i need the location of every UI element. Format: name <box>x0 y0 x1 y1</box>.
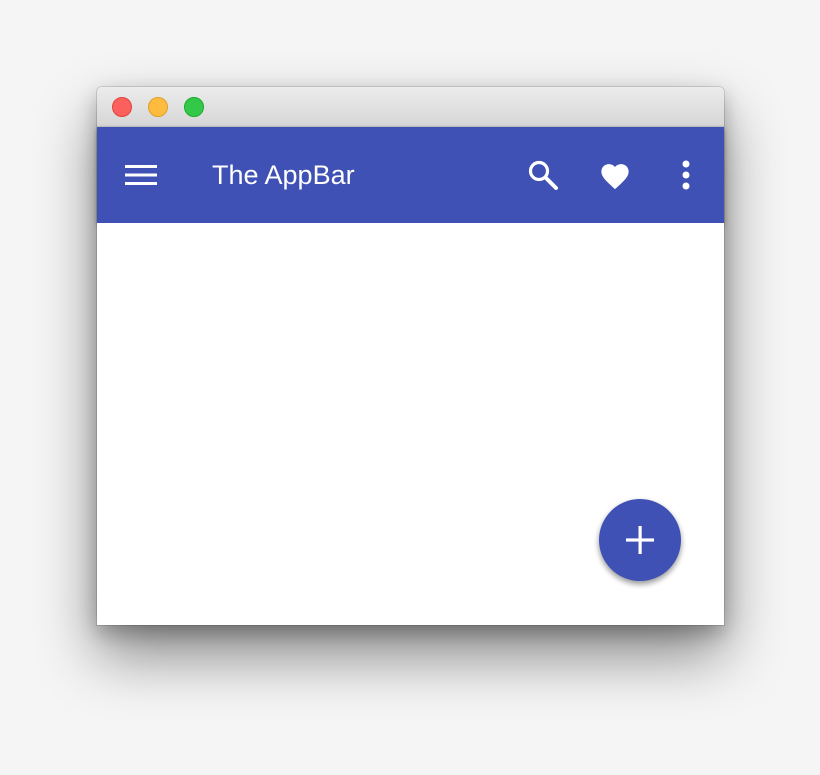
app-window: The AppBar <box>97 87 724 625</box>
more-vert-icon <box>682 160 690 190</box>
more-options-button[interactable] <box>664 153 708 197</box>
search-button[interactable] <box>521 153 565 197</box>
menu-button[interactable] <box>119 153 163 197</box>
heart-icon <box>601 164 629 190</box>
add-fab-button[interactable] <box>599 499 681 581</box>
appbar-title: The AppBar <box>212 160 355 190</box>
plus-icon <box>626 526 654 554</box>
favorite-button[interactable] <box>593 153 637 197</box>
search-icon <box>528 160 558 190</box>
window-titlebar[interactable] <box>97 87 724 127</box>
app-bar: The AppBar <box>97 127 724 223</box>
close-window-button[interactable] <box>112 97 132 117</box>
maximize-window-button[interactable] <box>184 97 204 117</box>
minimize-window-button[interactable] <box>148 97 168 117</box>
menu-icon <box>125 165 157 185</box>
